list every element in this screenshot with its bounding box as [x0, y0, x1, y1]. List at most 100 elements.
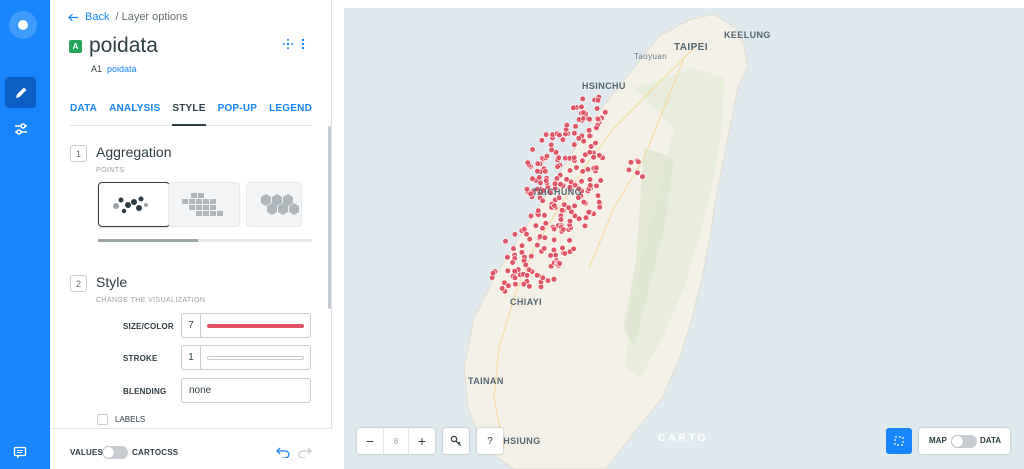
source-name[interactable]: poidata — [107, 64, 137, 74]
map-view[interactable]: KEELUNG TAIPEI Taoyuan HSINCHU TAICHUNG … — [332, 0, 1024, 469]
poi-point[interactable] — [566, 237, 573, 244]
poi-point[interactable] — [541, 212, 548, 219]
poi-point[interactable] — [563, 121, 570, 129]
layer-title[interactable]: poidata — [89, 34, 158, 58]
poi-point[interactable] — [539, 197, 546, 204]
map-data-toggle[interactable] — [951, 435, 977, 448]
poi-point[interactable] — [543, 177, 550, 184]
poi-point[interactable] — [625, 166, 633, 173]
poi-point[interactable] — [580, 109, 587, 116]
help-button[interactable]: ? — [477, 428, 503, 454]
poi-point[interactable] — [550, 246, 557, 253]
poi-point[interactable] — [551, 225, 558, 233]
poi-point[interactable] — [529, 146, 536, 153]
poi-point[interactable] — [578, 178, 585, 185]
poi-point[interactable] — [570, 104, 577, 111]
poi-point[interactable] — [542, 168, 549, 175]
carto-logo[interactable] — [9, 11, 37, 39]
poi-point[interactable] — [551, 202, 558, 209]
poi-point[interactable] — [573, 164, 580, 171]
blending-select[interactable]: none — [181, 378, 311, 403]
size-value[interactable]: 7 — [182, 314, 201, 337]
poi-point[interactable] — [602, 109, 609, 116]
poi-point[interactable] — [557, 216, 565, 223]
poi-point[interactable] — [586, 116, 593, 123]
search-map-button[interactable] — [443, 428, 469, 454]
poi-point[interactable] — [534, 272, 541, 279]
poi-point[interactable] — [556, 131, 563, 139]
poi-point[interactable] — [580, 138, 587, 145]
stroke-color-swatch[interactable] — [207, 355, 304, 360]
poi-point[interactable] — [520, 281, 527, 288]
poi-point[interactable] — [543, 131, 550, 138]
more-options-icon[interactable] — [301, 38, 305, 50]
values-cartocss-toggle[interactable] — [102, 446, 128, 459]
tab-analysis[interactable]: ANALYSIS — [109, 103, 160, 126]
poi-point[interactable] — [550, 276, 558, 283]
poi-point[interactable] — [561, 250, 568, 257]
poi-point[interactable] — [581, 222, 589, 229]
poi-point[interactable] — [594, 105, 601, 112]
tab-legend[interactable]: LEGEND — [269, 103, 312, 126]
poi-point[interactable] — [566, 218, 574, 225]
poi-point[interactable] — [579, 157, 586, 164]
style-nav-button[interactable] — [5, 77, 36, 108]
poi-point[interactable] — [502, 238, 509, 245]
poi-point[interactable] — [534, 160, 541, 167]
move-icon[interactable] — [282, 38, 294, 50]
poi-point[interactable] — [511, 268, 518, 275]
poi-point[interactable] — [551, 236, 558, 243]
redo-icon[interactable] — [298, 447, 312, 458]
poi-point[interactable] — [556, 260, 563, 267]
poi-point[interactable] — [559, 244, 566, 252]
poi-point[interactable] — [559, 136, 566, 143]
poi-point[interactable] — [535, 207, 542, 214]
poi-point[interactable] — [537, 179, 544, 186]
labels-checkbox[interactable] — [97, 414, 108, 425]
poi-point[interactable] — [510, 245, 517, 252]
poi-point[interactable] — [570, 245, 577, 252]
aggregation-scroll-thumb[interactable] — [98, 239, 198, 242]
poi-point[interactable] — [504, 267, 511, 274]
aggregation-option-squares[interactable] — [168, 182, 240, 227]
poi-point[interactable] — [639, 173, 646, 180]
poi-point[interactable] — [547, 252, 554, 259]
poi-point[interactable] — [572, 123, 579, 130]
poi-point[interactable] — [565, 204, 572, 211]
poi-point[interactable] — [527, 212, 535, 220]
poi-point[interactable] — [526, 266, 533, 273]
poi-point[interactable] — [554, 163, 561, 170]
poi-point[interactable] — [584, 166, 591, 173]
poi-point[interactable] — [526, 236, 533, 243]
panel-scrollbar[interactable] — [328, 126, 331, 309]
poi-point[interactable] — [635, 158, 642, 165]
poi-point[interactable] — [551, 180, 559, 187]
map-canvas[interactable]: KEELUNG TAIPEI Taoyuan HSINCHU TAICHUNG … — [344, 8, 1024, 469]
poi-point[interactable] — [512, 281, 519, 288]
zoom-in-button[interactable]: + — [409, 428, 435, 454]
poi-point[interactable] — [541, 245, 548, 252]
aggregation-option-hexabins[interactable] — [246, 182, 302, 227]
poi-point[interactable] — [539, 225, 546, 232]
poi-point[interactable] — [580, 199, 587, 206]
poi-point[interactable] — [489, 270, 497, 277]
stroke-field[interactable]: 1 — [181, 345, 311, 370]
aggregation-option-points[interactable] — [98, 182, 170, 227]
poi-point[interactable] — [505, 282, 512, 289]
poi-point[interactable] — [563, 176, 570, 183]
tab-style[interactable]: STYLE — [172, 103, 206, 126]
poi-point[interactable] — [594, 192, 602, 199]
poi-point[interactable] — [521, 226, 528, 233]
poi-point[interactable] — [593, 124, 600, 131]
poi-point[interactable] — [571, 130, 578, 137]
poi-point[interactable] — [511, 231, 518, 238]
poi-point[interactable] — [534, 242, 541, 249]
aggregation-scrollbar[interactable] — [98, 239, 312, 242]
poi-point[interactable] — [571, 154, 578, 161]
poi-point[interactable] — [544, 277, 552, 284]
arrow-left-icon[interactable] — [68, 13, 79, 22]
poi-point[interactable] — [534, 168, 541, 175]
poi-point[interactable] — [524, 272, 531, 279]
poi-point[interactable] — [586, 132, 593, 140]
poi-point[interactable] — [593, 164, 600, 171]
